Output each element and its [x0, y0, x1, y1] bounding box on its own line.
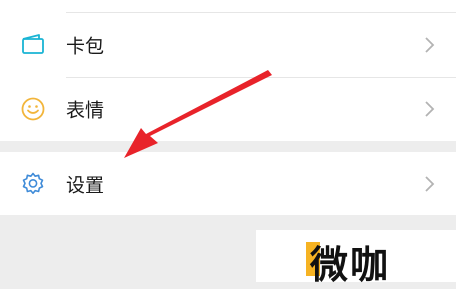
chevron-right-icon [425, 101, 435, 117]
menu-item-card-pack[interactable]: 卡包 [0, 15, 456, 75]
card-pack-icon [22, 34, 44, 54]
watermark: 微咖 [256, 230, 456, 287]
watermark-logo: 微咖 [310, 243, 391, 287]
divider [66, 77, 456, 78]
menu-item-label: 表情 [66, 99, 105, 122]
gear-icon [22, 172, 44, 195]
sticker-smile-icon [21, 97, 45, 121]
chevron-right-icon [425, 176, 435, 192]
menu-group-top: 卡包 表情 [0, 0, 456, 141]
menu-group-bottom: 设置 [0, 152, 456, 215]
divider [66, 12, 456, 13]
chevron-right-icon [425, 37, 435, 53]
menu-item-label: 卡包 [66, 35, 105, 58]
menu-item-stickers[interactable]: 表情 [0, 79, 456, 139]
menu-item-settings[interactable]: 设置 [0, 154, 456, 214]
menu-item-label: 设置 [66, 174, 105, 197]
